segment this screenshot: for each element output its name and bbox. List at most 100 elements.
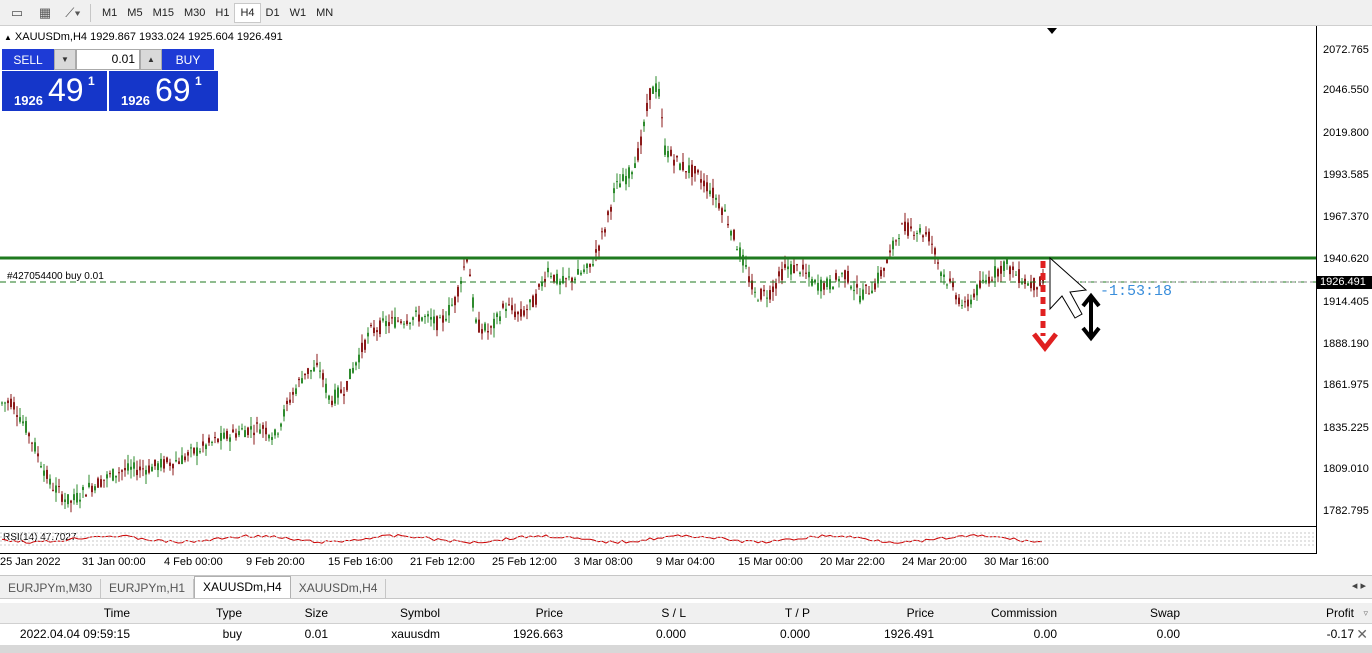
candle-body [727, 223, 729, 226]
candle-body [826, 278, 828, 288]
candle-body [298, 378, 300, 381]
candle-body [241, 428, 243, 430]
column-header-type[interactable]: Type [130, 603, 242, 623]
candle-body [79, 499, 81, 502]
candle-body [280, 423, 282, 427]
time-axis-label: 21 Feb 12:00 [410, 556, 475, 568]
column-header-time[interactable]: Time [0, 603, 130, 623]
column-header-size[interactable]: Size [242, 603, 328, 623]
candle-body [289, 399, 291, 403]
column-header-price[interactable]: Price [440, 603, 563, 623]
toolbar-separator [90, 3, 91, 22]
candle-body [604, 229, 606, 233]
lot-decrease-icon[interactable]: ▼ [54, 49, 76, 70]
timeframe-m15[interactable]: M15 [148, 3, 179, 23]
candle-body [922, 235, 924, 238]
rsi-subwindow[interactable] [0, 527, 1317, 554]
lot-increase-icon[interactable]: ▲ [140, 49, 162, 70]
time-axis-label: 24 Mar 20:00 [902, 556, 967, 568]
candle-body [247, 427, 249, 436]
line-tools-icon[interactable]: ⟋▾ [62, 3, 84, 23]
timeframe-h4[interactable]: H4 [234, 2, 261, 23]
candle-body [553, 274, 555, 282]
candle-body [373, 327, 375, 334]
column-header-profit[interactable]: Profit [1180, 603, 1354, 623]
candle-body [637, 148, 639, 161]
candle-body [760, 288, 762, 300]
column-filter-icon[interactable]: ▿ [1356, 603, 1368, 623]
candle-body [262, 425, 264, 429]
collapse-triangle-icon[interactable]: ▲ [4, 33, 12, 42]
candle-body [73, 494, 75, 501]
candle-body [601, 231, 603, 233]
candle-body [838, 278, 840, 282]
column-header-swap[interactable]: Swap [1057, 603, 1180, 623]
price-axis-label: 1940.620 [1323, 253, 1369, 265]
candle-body [118, 472, 120, 474]
candle-body [274, 429, 276, 436]
tab-xauusdm-h4[interactable]: XAUUSDm,H4 [291, 579, 387, 598]
candle-body [310, 370, 312, 372]
column-header-symbol[interactable]: Symbol [328, 603, 440, 623]
candle-body [736, 249, 738, 251]
candle-body [781, 269, 783, 281]
candle-body [283, 409, 285, 417]
tab-xauusdm-h4-active[interactable]: XAUUSDm,H4 [194, 576, 291, 598]
sell-price-box[interactable]: 1926 49 1 [2, 71, 109, 111]
candle-body [790, 264, 792, 275]
candle-body [898, 238, 900, 240]
candle-body [292, 392, 294, 395]
column-header-current-price[interactable]: Price [810, 603, 934, 623]
buy-button[interactable]: BUY [162, 49, 214, 70]
price-axis-label: 2019.800 [1323, 127, 1369, 139]
lot-size-input[interactable]: 0.01 [76, 49, 140, 70]
sell-price-sup: 1 [88, 74, 95, 88]
candle-body [232, 429, 234, 433]
candle-body [22, 421, 24, 424]
candle-body [106, 474, 108, 479]
candle-body [145, 469, 147, 475]
candle-body [49, 478, 51, 485]
candle-body [406, 320, 408, 325]
order-line-label[interactable]: #427054400 buy 0.01 [7, 271, 104, 282]
tab-eurjpym-h1[interactable]: EURJPYm,H1 [101, 579, 195, 598]
candle-body [214, 436, 216, 439]
cell-profit: -0.17 [1326, 627, 1354, 641]
timeframe-mn[interactable]: MN [311, 3, 338, 23]
price-chart[interactable]: ▲ XAUUSDm,H4 1929.867 1933.024 1925.604 1… [0, 26, 1317, 543]
timeframe-d1[interactable]: D1 [261, 3, 285, 23]
candle-body [361, 342, 363, 353]
window-icon[interactable]: ▭ [6, 3, 28, 23]
chart-grid-icon[interactable]: ▦ [34, 3, 56, 23]
candle-body [709, 190, 711, 195]
table-row[interactable]: 2022.04.04 09:59:15 buy 0.01 xauusdm 192… [0, 624, 1372, 644]
close-position-icon[interactable]: ✕ [1354, 624, 1368, 644]
candle-body [538, 284, 540, 287]
column-header-sl[interactable]: S / L [563, 603, 686, 623]
candle-body [97, 478, 99, 488]
terminal-trade-table: Time Type Size Symbol Price S / L T / P … [0, 599, 1372, 653]
candle-body [154, 459, 156, 467]
candle-body [346, 380, 348, 391]
candle-body [1000, 265, 1002, 274]
buy-price-box[interactable]: 1926 69 1 [109, 71, 218, 111]
tab-eurjpym-m30[interactable]: EURJPYm,M30 [0, 579, 102, 598]
timeframe-m5[interactable]: M5 [122, 3, 147, 23]
candle-body [100, 479, 102, 487]
sell-button[interactable]: SELL [2, 49, 54, 70]
candle-body [184, 456, 186, 461]
timeframe-m30[interactable]: M30 [179, 3, 210, 23]
candle-body [394, 316, 396, 328]
timeframe-w1[interactable]: W1 [285, 3, 312, 23]
mouse-cursor-icon [1049, 256, 1088, 319]
candle-body [748, 276, 750, 283]
timeframe-h1[interactable]: H1 [210, 3, 234, 23]
tab-scroll-arrows[interactable]: ◂ ▸ [1352, 579, 1366, 592]
price-axis-label: 1967.370 [1323, 211, 1369, 223]
column-header-tp[interactable]: T / P [686, 603, 810, 623]
candle-body [85, 494, 87, 497]
candle-body [115, 475, 117, 478]
timeframe-m1[interactable]: M1 [97, 3, 122, 23]
candle-body [535, 293, 537, 305]
column-header-commission[interactable]: Commission [934, 603, 1057, 623]
